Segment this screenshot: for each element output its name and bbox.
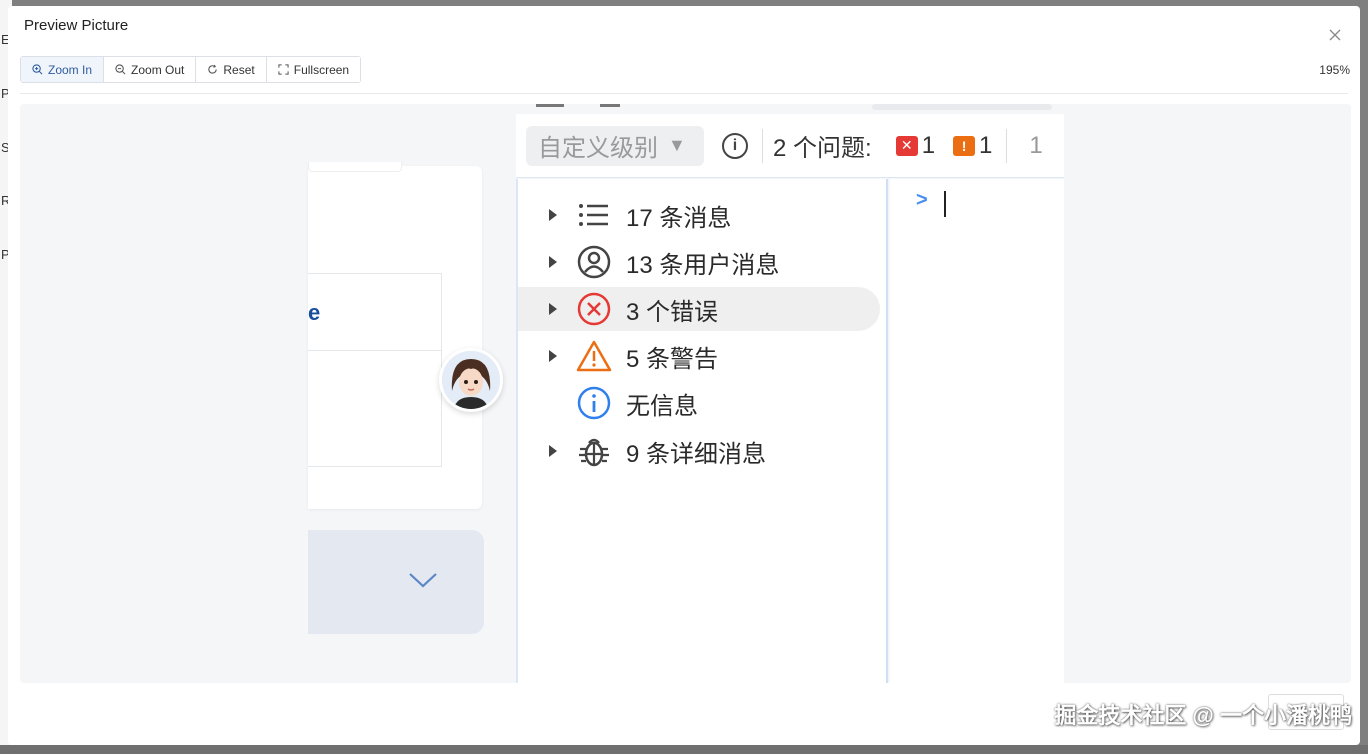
info-icon[interactable]: i <box>722 132 748 159</box>
toolbar-separator <box>762 128 763 163</box>
zoom-level: 195% <box>1319 63 1350 77</box>
sidebar-item-info[interactable]: 无信息 <box>518 381 880 425</box>
zoom-in-label: Zoom In <box>48 62 93 77</box>
reset-button[interactable]: Reset <box>196 57 267 82</box>
sidebar-item-verbose[interactable]: 9 条详细消息 <box>518 429 880 473</box>
preview-inner-box: e <box>308 273 442 467</box>
zoom-out-icon <box>115 64 126 75</box>
error-circle-icon <box>576 291 612 327</box>
toolbar-divider <box>20 93 1348 94</box>
sidebar-item-label: 3 个错误 <box>626 298 719 326</box>
log-level-select[interactable]: 自定义级别 ▼ <box>526 125 704 166</box>
warning-badge-icon: ! <box>953 135 976 156</box>
hidden-count: 1 <box>1029 131 1043 159</box>
fullscreen-label: Fullscreen <box>293 62 350 77</box>
preview-card: e <box>308 166 482 509</box>
preview-text-fragment: e <box>308 300 321 325</box>
prompt-chevron-icon: > <box>916 189 928 211</box>
avatar[interactable] <box>439 348 503 412</box>
sidebar-item-user-messages[interactable]: 13 条用户消息 <box>518 240 880 284</box>
preview-left-region: e <box>308 104 518 683</box>
expand-arrow-icon <box>549 350 557 362</box>
devtools-top-strip <box>516 104 1064 114</box>
log-level-value: 自定义级别 <box>538 135 658 162</box>
fullscreen-icon <box>278 64 289 75</box>
sidebar-item-label: 5 条警告 <box>626 345 719 373</box>
sidebar-item-label: 17 条消息 <box>626 204 732 232</box>
expand-button[interactable] <box>308 530 484 634</box>
zoom-in-icon <box>32 64 43 75</box>
sidebar-item-label: 13 条用户消息 <box>626 251 780 279</box>
preview-modal: Preview Picture Zoom In Zoom Out Reset F… <box>8 6 1360 745</box>
sidebar-item-warnings[interactable]: 5 条警告 <box>518 334 880 378</box>
expand-arrow-icon <box>549 303 557 315</box>
warning-issue-count: 1 <box>979 131 993 159</box>
background-bottom-strip <box>0 745 1368 754</box>
sidebar-item-label: 无信息 <box>626 392 698 420</box>
error-issue-badge[interactable]: ✕ 1 <box>895 131 936 160</box>
expand-arrow-icon <box>549 209 557 221</box>
preview-toolbar: Zoom In Zoom Out Reset Fullscreen <box>20 56 362 83</box>
user-circle-icon <box>576 244 612 280</box>
info-circle-icon <box>576 385 612 421</box>
toolbar-separator <box>1006 128 1008 163</box>
sidebar-item-messages[interactable]: 17 条消息 <box>518 193 880 237</box>
sidebar-item-label: 9 条详细消息 <box>626 440 767 468</box>
issues-link[interactable]: 2 个问题: <box>773 128 872 163</box>
reset-icon <box>208 64 218 74</box>
preview-inner-divider <box>308 350 442 351</box>
console-input-area[interactable]: > <box>890 179 1064 683</box>
expand-arrow-icon <box>549 445 557 457</box>
sidebar-item-errors[interactable]: 3 个错误 <box>518 287 880 331</box>
console-sidebar: 17 条消息 13 条用户消息 3 个错误 5 条警告 无信息 9 条详细消息 <box>516 179 888 683</box>
expand-arrow-icon <box>549 256 557 268</box>
warning-triangle-icon <box>576 338 612 374</box>
close-icon[interactable] <box>1328 28 1342 42</box>
warning-issue-badge[interactable]: ! 1 <box>953 132 992 160</box>
zoom-out-label: Zoom Out <box>131 62 185 77</box>
bug-icon <box>576 433 612 469</box>
text-cursor <box>944 191 946 217</box>
modal-title: Preview Picture <box>24 17 129 34</box>
console-toolbar: 自定义级别 ▼ i 2 个问题: ✕ 1 ! 1 1 <box>516 114 1064 178</box>
preview-canvas[interactable]: e 自定义级别 ▼ i 2 个问题: ✕ 1 ! 1 1 17 条消息 13 条… <box>20 104 1351 683</box>
chevron-down-icon <box>409 573 437 588</box>
watermark: 掘金技术社区 @ 一个小潘桃鸭 <box>1054 703 1352 728</box>
preview-card-tab <box>308 162 402 172</box>
fullscreen-button[interactable]: Fullscreen <box>266 57 361 82</box>
reset-label: Reset <box>223 62 255 77</box>
caret-down-icon: ▼ <box>668 135 686 155</box>
expand-arrow-placeholder <box>549 397 557 409</box>
devtools-console: 自定义级别 ▼ i 2 个问题: ✕ 1 ! 1 1 17 条消息 13 条用户… <box>516 104 1064 683</box>
avatar-face-icon <box>442 351 500 409</box>
zoom-out-button[interactable]: Zoom Out <box>104 57 197 82</box>
list-icon <box>576 197 612 233</box>
error-badge-icon: ✕ <box>895 135 918 156</box>
error-issue-count: 1 <box>921 131 936 159</box>
issues-label: 2 个问题: <box>773 135 872 162</box>
zoom-in-button[interactable]: Zoom In <box>21 57 105 82</box>
